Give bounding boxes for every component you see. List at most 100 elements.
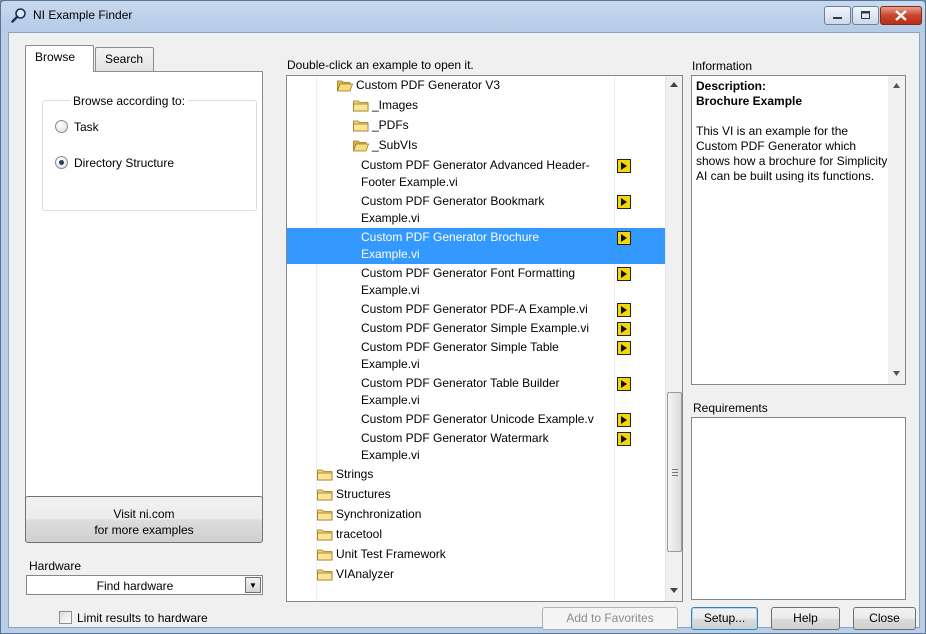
maximize-icon (861, 11, 870, 19)
close-button[interactable]: Close (853, 607, 916, 630)
radio-task[interactable] (55, 120, 68, 133)
add-to-favorites-button[interactable]: Add to Favorites (542, 607, 678, 630)
tree-item-label: Synchronization (336, 507, 422, 521)
tree-folder-item[interactable]: Strings (287, 465, 665, 485)
radio-directory-structure-label[interactable]: Directory Structure (74, 156, 174, 170)
minimize-icon (833, 17, 842, 19)
information-scrollbar[interactable] (888, 76, 905, 384)
grip-line (672, 469, 678, 470)
tree-vi-item[interactable]: Custom PDF Generator Brochure Example.vi (287, 228, 665, 264)
information-label: Information (692, 59, 753, 73)
maximize-button[interactable] (852, 6, 879, 25)
vi-file-icon (617, 195, 631, 209)
browse-group-label: Browse according to: (70, 94, 189, 108)
scroll-down-icon[interactable] (893, 371, 900, 376)
scroll-up-icon[interactable] (670, 82, 678, 88)
setup-button[interactable]: Setup... (691, 607, 758, 630)
hardware-combo[interactable]: Find hardware ▼ (26, 575, 263, 595)
folder-icon (317, 548, 333, 561)
tree-item-label: Custom PDF Generator Simple Table Example… (361, 339, 559, 373)
vi-file-icon (617, 159, 631, 173)
requirements-box[interactable] (691, 417, 906, 600)
vi-file-icon (617, 231, 631, 245)
tree-item-line: Example.vi (361, 357, 420, 371)
tree-folder-item[interactable]: _Images (287, 96, 665, 116)
scroll-up-icon[interactable] (893, 83, 900, 88)
tree-item-line: Custom PDF Generator Unicode Example.v (361, 412, 594, 426)
radio-task-label[interactable]: Task (74, 120, 99, 134)
tab-search[interactable]: Search (95, 47, 154, 71)
tree-item-line: Custom PDF Generator Brochure (361, 230, 540, 244)
tree-item-label: Custom PDF Generator Bookmark Example.vi (361, 193, 544, 227)
tree-vi-item[interactable]: Custom PDF Generator Table Builder Exampl… (287, 374, 665, 410)
minimize-button[interactable] (824, 6, 851, 25)
tree-item-label: tracetool (336, 527, 383, 541)
tree-item-line: Example.vi (361, 211, 420, 225)
example-finder-window: NI Example Finder Browse Search Browse a… (0, 0, 926, 634)
tree-item-label: Custom PDF Generator Simple Example.vi (361, 320, 589, 337)
information-box[interactable]: Description: Brochure Example This VI is… (691, 75, 906, 385)
tree-vi-item[interactable]: Custom PDF Generator Simple Example.vi (287, 319, 665, 338)
scroll-down-icon[interactable] (670, 588, 678, 594)
title-bar[interactable]: NI Example Finder (1, 1, 925, 31)
tree-item-label: Custom PDF Generator V3 (356, 78, 501, 92)
tree-folder-item[interactable]: VIAnalyzer (287, 565, 665, 585)
tab-browse-label: Browse (35, 50, 76, 64)
tree-item-label: Custom PDF Generator Watermark Example.vi (361, 430, 549, 464)
tree-folder-item[interactable]: _SubVIs (287, 136, 665, 156)
close-window-button[interactable] (880, 6, 922, 25)
folder-open-icon (336, 79, 354, 92)
tree-item-label: Custom PDF Generator PDF-A Example.vi (361, 301, 588, 318)
visit-ni-button[interactable]: Visit ni.com for more examples (25, 496, 263, 543)
magnifier-icon (11, 8, 26, 23)
vi-file-icon (617, 432, 631, 446)
tree-vi-item[interactable]: Custom PDF Generator Bookmark Example.vi (287, 192, 665, 228)
limit-hardware-checkbox[interactable] (59, 611, 72, 624)
tree-item-line: Example.vi (361, 393, 420, 407)
tree-folder-item[interactable]: tracetool (287, 525, 665, 545)
folder-icon (353, 99, 369, 112)
tree-vi-item[interactable]: Custom PDF Generator Watermark Example.vi (287, 429, 665, 465)
description-title: Brochure Example (696, 94, 803, 108)
tree-vi-item[interactable]: Custom PDF Generator Simple Table Example… (287, 338, 665, 374)
folder-icon (317, 468, 333, 481)
tree-folder-item[interactable]: Synchronization (287, 505, 665, 525)
tree-item-label: Custom PDF Generator Brochure Example.vi (361, 229, 539, 263)
tree-vi-item[interactable]: Custom PDF Generator Unicode Example.v (287, 410, 665, 429)
tree-vi-item[interactable]: Custom PDF Generator Font Formatting Exam… (287, 264, 665, 300)
tree-folder-item[interactable]: Unit Test Framework (287, 545, 665, 565)
tree-scrollbar[interactable] (665, 76, 682, 601)
tab-browse[interactable]: Browse (25, 45, 94, 72)
vi-file-icon (617, 341, 631, 355)
visit-line2: for more examples (94, 523, 194, 537)
information-text: Description: Brochure Example This VI is… (696, 79, 888, 184)
vi-file-icon (617, 413, 631, 427)
tree-folder-item[interactable]: Structures (287, 485, 665, 505)
visit-line1: Visit ni.com (113, 507, 175, 521)
limit-hardware-label[interactable]: Limit results to hardware (77, 611, 208, 625)
tree-vi-item[interactable]: Custom PDF Generator PDF-A Example.vi (287, 300, 665, 319)
tree-item-label: Unit Test Framework (336, 547, 446, 561)
folder-icon (353, 119, 369, 132)
folder-open-icon (352, 139, 370, 152)
tree-item-line: Custom PDF Generator Bookmark (361, 194, 545, 208)
tree-folder-item[interactable]: _PDFs (287, 116, 665, 136)
tree-item-line: Custom PDF Generator Table Builder (361, 376, 560, 390)
tree-item-label: Custom PDF Generator Table Builder Exampl… (361, 375, 560, 409)
tree-item-label: Structures (336, 487, 391, 501)
tree-vi-item[interactable]: Custom PDF Generator Advanced Header- Foo… (287, 156, 665, 192)
example-tree[interactable]: Custom PDF Generator V3 _Images _PDFs _SubV… (286, 75, 683, 602)
tree-item-label: _Images (372, 98, 419, 112)
help-button[interactable]: Help (771, 607, 840, 630)
chevron-down-icon[interactable]: ▼ (245, 577, 261, 593)
vi-file-icon (617, 303, 631, 317)
vi-file-icon (617, 267, 631, 281)
tree-item-line: Example.vi (361, 448, 420, 462)
tree-item-line: Custom PDF Generator Watermark (361, 431, 549, 445)
tree-scroll-thumb[interactable] (667, 392, 682, 552)
vi-file-icon (617, 377, 631, 391)
tree-folder-item[interactable]: Custom PDF Generator V3 (287, 76, 665, 96)
window-title: NI Example Finder (33, 8, 133, 22)
radio-directory-structure[interactable] (55, 156, 68, 169)
tree-item-label: _PDFs (372, 118, 409, 132)
